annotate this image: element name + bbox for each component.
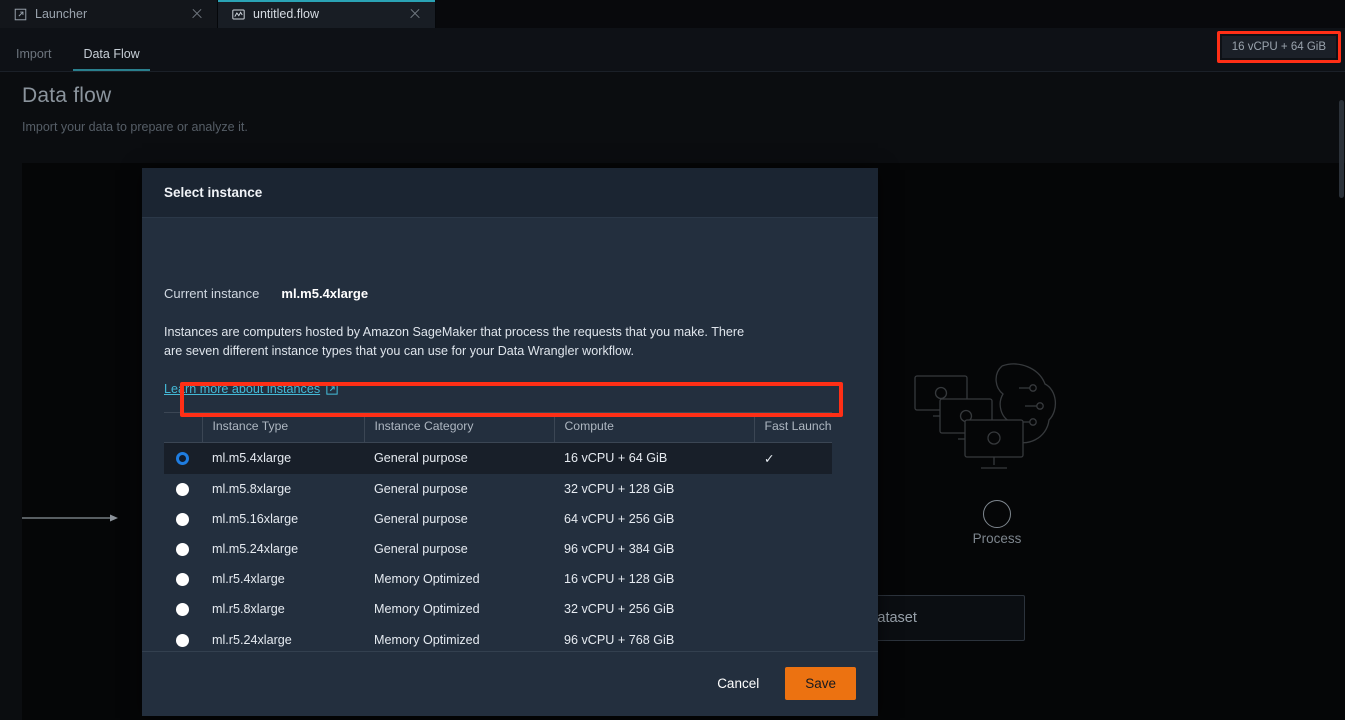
tab-untitled-flow[interactable]: untitled.flow	[218, 0, 436, 28]
radio-button[interactable]	[176, 603, 189, 617]
table-row[interactable]: ml.m5.16xlarge General purpose 64 vCPU +…	[164, 504, 832, 534]
cell-fast-launch	[754, 534, 832, 564]
current-instance-label: Current instance	[164, 285, 260, 301]
learn-more-link[interactable]: Learn more about instances	[164, 382, 338, 396]
flow-node-process-label: Process	[972, 531, 1022, 546]
tab-launcher[interactable]: Launcher	[0, 0, 218, 28]
radio-button[interactable]	[176, 633, 189, 647]
cancel-button[interactable]: Cancel	[705, 668, 771, 699]
cell-instance-type: ml.m5.4xlarge	[202, 442, 364, 474]
cell-instance-type: ml.r5.24xlarge	[212, 632, 292, 647]
tab-import[interactable]: Import	[0, 46, 67, 72]
page-subtitle: Import your data to prepare or analyze i…	[22, 120, 248, 134]
vertical-scrollbar[interactable]	[1338, 72, 1345, 720]
cell-fast-launch	[754, 624, 832, 650]
radio-button[interactable]	[176, 573, 189, 587]
table-row[interactable]: ml.r5.24xlarge Memory Optimized 96 vCPU …	[164, 624, 832, 650]
table-header-select	[164, 411, 202, 443]
cell-instance-type: ml.m5.24xlarge	[212, 542, 299, 556]
modal-body: Current instance ml.m5.4xlarge Instances…	[142, 218, 878, 651]
table-header-fast-launch: Fast Launch	[753, 411, 832, 443]
cell-compute: 16 vCPU + 64 GiB	[554, 442, 754, 474]
radio-button[interactable]	[176, 543, 189, 557]
cell-fast-launch	[754, 564, 832, 594]
kernel-badge[interactable]: 16 vCPU + 64 GiB	[1221, 36, 1336, 58]
tab-data-flow[interactable]: Data Flow	[67, 46, 155, 72]
modal-header: Select instance	[142, 168, 878, 218]
cell-compute: 32 vCPU + 128 GiB	[564, 481, 675, 496]
cell-instance-type: ml.m5.8xlarge	[212, 481, 292, 496]
learn-more-label: Learn more about instances	[164, 381, 321, 396]
cell-fast-launch	[754, 504, 832, 534]
table-header-instance-category: Instance Category	[363, 411, 554, 443]
table-header-compute: Compute	[553, 411, 754, 443]
row-radio-cell[interactable]	[164, 594, 202, 624]
table-row[interactable]: ml.m5.8xlarge General purpose 32 vCPU + …	[164, 474, 832, 504]
row-radio-cell[interactable]	[164, 474, 202, 504]
cell-compute: 16 vCPU + 128 GiB	[564, 572, 675, 587]
flow-node-process[interactable]	[983, 500, 1011, 528]
current-instance-row: Current instance ml.m5.4xlarge	[164, 218, 856, 301]
sub-navigation: Import Data Flow	[0, 28, 1345, 72]
data-processing-illustration	[914, 363, 1056, 469]
page-title: Data flow	[22, 84, 112, 107]
cell-instance-type: ml.m5.16xlarge	[212, 511, 299, 526]
cell-instance-category: General purpose	[374, 481, 468, 496]
table-row[interactable]: ml.r5.4xlarge Memory Optimized 16 vCPU +…	[164, 564, 832, 594]
cell-instance-category: General purpose	[374, 542, 468, 556]
kernel-badge-highlight: 16 vCPU + 64 GiB	[1216, 31, 1341, 63]
app-window: Launcher untitled.flow Import Data Flow …	[0, 0, 1345, 720]
modal-footer: Cancel Save	[142, 650, 878, 716]
instance-table-body: ml.m5.4xlarge General purpose 16 vCPU + …	[164, 442, 832, 651]
cell-fast-launch	[754, 594, 832, 624]
cell-instance-category: Memory Optimized	[374, 602, 480, 617]
row-radio-cell[interactable]	[164, 534, 202, 564]
cell-compute: 64 vCPU + 256 GiB	[564, 511, 675, 526]
cell-instance-type: ml.r5.8xlarge	[212, 602, 285, 617]
close-icon[interactable]	[189, 6, 205, 22]
close-icon[interactable]	[407, 6, 423, 22]
table-header-instance-type: Instance Type	[201, 411, 364, 443]
cell-instance-category: General purpose	[374, 511, 468, 526]
tab-data-flow-label: Data Flow	[83, 46, 140, 61]
table-header-row: Instance Type Instance Category Compute …	[164, 411, 832, 443]
modal-title: Select instance	[164, 184, 263, 200]
row-radio-cell[interactable]	[164, 504, 202, 534]
tab-launcher-label: Launcher	[35, 7, 88, 21]
tab-untitled-flow-label: untitled.flow	[253, 7, 320, 21]
external-window-icon	[14, 8, 27, 20]
cell-instance-category: Memory Optimized	[374, 632, 480, 647]
page-header: Data flow Import your data to prepare or…	[22, 84, 248, 134]
select-instance-modal: Select instance Current instance ml.m5.4…	[142, 168, 878, 716]
radio-button[interactable]	[176, 512, 189, 526]
table-row[interactable]: ml.m5.24xlarge General purpose 96 vCPU +…	[164, 534, 832, 564]
flow-edge-arrow	[22, 514, 118, 522]
radio-button[interactable]	[176, 482, 189, 496]
cell-instance-type: ml.r5.4xlarge	[212, 572, 285, 587]
row-radio-cell[interactable]	[164, 442, 202, 474]
cell-instance-category: Memory Optimized	[374, 572, 480, 587]
row-radio-cell[interactable]	[164, 564, 202, 594]
modal-description: Instances are computers hosted by Amazon…	[164, 324, 745, 359]
cell-compute: 96 vCPU + 384 GiB	[564, 542, 675, 556]
tab-import-label: Import	[16, 46, 52, 61]
cell-instance-category: General purpose	[364, 442, 554, 474]
current-instance-value: ml.m5.4xlarge	[281, 285, 369, 301]
cell-fast-launch: ✓	[754, 442, 832, 474]
table-row[interactable]: ml.r5.8xlarge Memory Optimized 32 vCPU +…	[164, 594, 832, 624]
cell-compute: 32 vCPU + 256 GiB	[564, 602, 675, 617]
scrollbar-thumb[interactable]	[1339, 100, 1344, 198]
tab-bar: Launcher untitled.flow	[0, 0, 1345, 28]
cell-fast-launch	[754, 474, 832, 504]
flow-file-icon	[232, 9, 245, 19]
radio-button-selected[interactable]	[176, 452, 189, 466]
instance-table: Instance Type Instance Category Compute …	[164, 411, 832, 651]
external-link-icon	[326, 382, 338, 395]
save-button[interactable]: Save	[785, 667, 856, 701]
table-row[interactable]: ml.m5.4xlarge General purpose 16 vCPU + …	[164, 442, 832, 474]
row-radio-cell[interactable]	[164, 624, 202, 650]
cell-compute: 96 vCPU + 768 GiB	[564, 632, 675, 647]
